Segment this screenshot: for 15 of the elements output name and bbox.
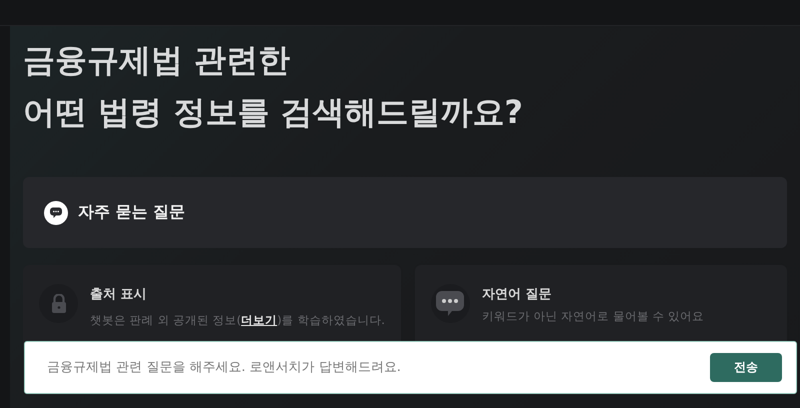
faq-card[interactable]: 자주 묻는 질문 xyxy=(23,177,787,248)
faq-label: 자주 묻는 질문 xyxy=(78,202,186,223)
feature-title: 자연어 질문 xyxy=(482,286,552,303)
feature-description: 키워드가 아닌 자연어로 물어볼 수 있어요 xyxy=(482,309,704,324)
feature-title: 출처 표시 xyxy=(90,286,148,303)
chat-bubble-icon xyxy=(436,290,464,316)
heading-line: 어떤 법령 정보를 검색해드릴까요? xyxy=(23,92,524,133)
lock-icon xyxy=(50,294,66,314)
input-field[interactable]: 금융규제법 관련 질문을 해주세요. 로앤서치가 답변해드려요. 전송 xyxy=(24,341,797,394)
chat-bubble-icon xyxy=(44,200,68,224)
feature-description: 챗봇은 판례 외 공개된 정보( xyxy=(90,313,242,327)
send-button[interactable]: 전송 xyxy=(710,353,782,382)
feature-description: )를 학습하였습니다. xyxy=(277,313,385,327)
more-link[interactable]: 더보기 xyxy=(241,313,278,327)
heading-line: 금융규제법 관련한 xyxy=(23,40,292,81)
